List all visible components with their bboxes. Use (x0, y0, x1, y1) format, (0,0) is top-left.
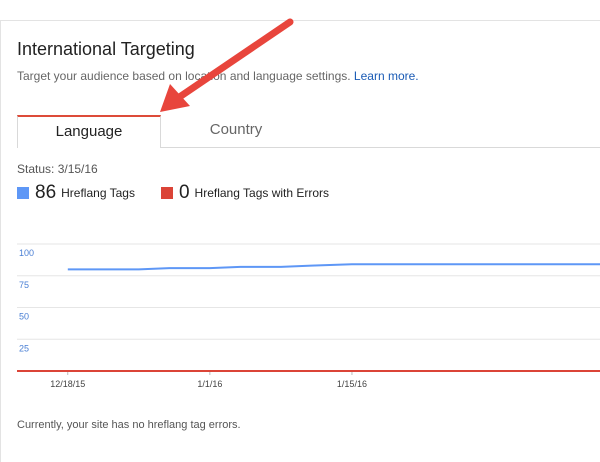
annotation-arrow-icon (160, 18, 294, 112)
